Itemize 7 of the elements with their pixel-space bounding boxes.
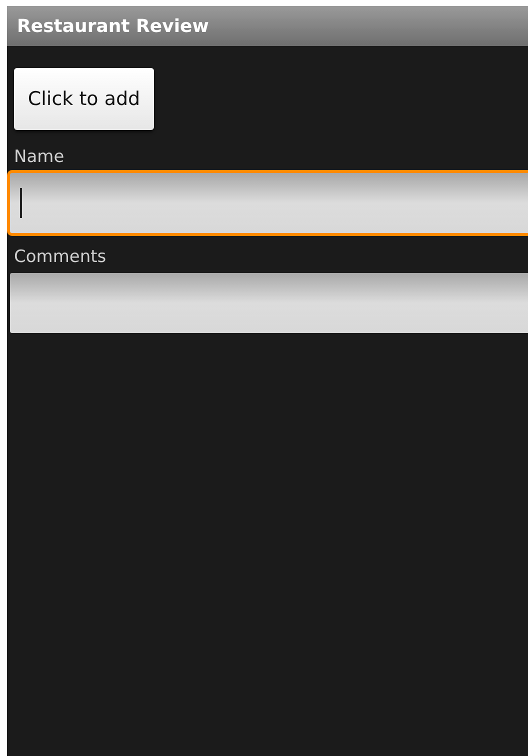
field-label: Name [13,146,66,169]
input-field[interactable] [7,270,528,336]
input-field[interactable] [7,170,528,236]
add-button[interactable]: Click to add [14,68,154,130]
window-title: Restaurant Review [17,14,209,38]
text-cursor [20,188,22,218]
field-label: Comments [13,246,108,269]
